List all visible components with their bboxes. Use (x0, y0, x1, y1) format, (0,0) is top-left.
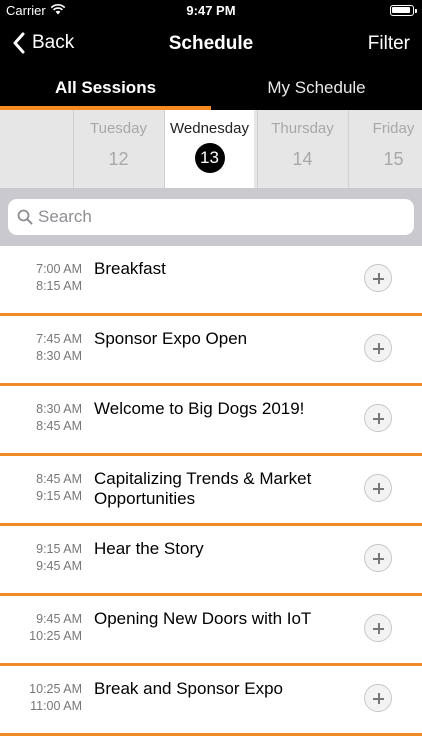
status-time: 9:47 PM (186, 3, 236, 18)
session-row[interactable]: 8:30 AM 8:45 AM Welcome to Big Dogs 2019… (0, 386, 422, 456)
session-title: Break and Sponsor Expo (94, 679, 284, 698)
session-row[interactable]: 8:45 AM 9:15 AM Capitalizing Trends & Ma… (0, 456, 422, 526)
day-name: Friday (372, 120, 415, 137)
session-title: Capitalizing Trends & Market Opportuniti… (94, 469, 312, 508)
session-title: Breakfast (94, 259, 166, 278)
search-field[interactable] (8, 199, 414, 235)
day-name: Wednesday (170, 120, 249, 137)
session-row[interactable]: 10:25 AM 11:00 AM Break and Sponsor Expo (0, 666, 422, 736)
end-time: 11:00 AM (30, 699, 82, 713)
start-time: 9:45 AM (36, 612, 82, 626)
back-label: Back (32, 32, 75, 53)
day-name: Tuesday (90, 120, 147, 137)
add-session-button[interactable] (364, 474, 392, 502)
session-times: 7:00 AM 8:15 AM (0, 261, 82, 295)
date-thursday[interactable]: Thursday 14 (257, 110, 347, 188)
tab-my-schedule[interactable]: My Schedule (211, 70, 422, 110)
search-icon (17, 209, 33, 225)
battery-icon (390, 5, 417, 16)
start-time: 8:45 AM (36, 472, 82, 486)
back-button[interactable]: Back (12, 32, 74, 54)
end-time: 8:45 AM (36, 419, 82, 433)
add-session-button[interactable] (364, 544, 392, 572)
session-times: 8:30 AM 8:45 AM (0, 401, 82, 435)
session-times: 9:45 AM 10:25 AM (0, 611, 82, 645)
start-time: 10:25 AM (29, 682, 82, 696)
session-times: 8:45 AM 9:15 AM (0, 471, 82, 505)
segment-tabs: All Sessions My Schedule (0, 70, 422, 110)
start-time: 9:15 AM (36, 542, 82, 556)
start-time: 8:30 AM (36, 402, 82, 416)
end-time: 9:45 AM (36, 559, 82, 573)
add-session-button[interactable] (364, 614, 392, 642)
chevron-left-icon (13, 32, 25, 54)
end-time: 8:30 AM (36, 349, 82, 363)
search-bar (0, 188, 422, 246)
session-row[interactable]: 9:45 AM 10:25 AM Opening New Doors with … (0, 596, 422, 666)
day-number: 14 (292, 149, 313, 169)
day-number: 13 (194, 143, 225, 173)
status-bar: Carrier 9:47 PM (0, 0, 422, 22)
add-session-button[interactable] (364, 404, 392, 432)
date-tuesday[interactable]: Tuesday 12 (73, 110, 163, 188)
day-number: 12 (108, 149, 129, 169)
day-number: 15 (383, 149, 404, 169)
session-title: Opening New Doors with IoT (94, 609, 312, 628)
add-session-button[interactable] (364, 684, 392, 712)
tab-label: My Schedule (267, 78, 366, 97)
filter-button[interactable]: Filter (368, 33, 410, 55)
date-friday[interactable]: Friday 15 (348, 110, 422, 188)
session-row[interactable]: 7:00 AM 8:15 AM Breakfast (0, 246, 422, 316)
date-picker: Tuesday 12 Wednesday 13 Thursday 14 Frid… (0, 110, 422, 188)
tab-label: All Sessions (54, 78, 157, 97)
start-time: 7:45 AM (36, 332, 82, 346)
search-input[interactable] (38, 199, 398, 235)
session-times: 10:25 AM 11:00 AM (0, 681, 82, 715)
end-time: 10:25 AM (29, 629, 82, 643)
session-title: Welcome to Big Dogs 2019! (94, 399, 305, 418)
add-session-button[interactable] (364, 334, 392, 362)
navigation-bar: Back Schedule Filter (0, 22, 422, 66)
add-session-button[interactable] (364, 264, 392, 292)
session-times: 7:45 AM 8:30 AM (0, 331, 82, 365)
session-row[interactable]: 7:45 AM 8:30 AM Sponsor Expo Open (0, 316, 422, 386)
end-time: 8:15 AM (36, 279, 82, 293)
header: Carrier 9:47 PM Back Schedule Filter All… (0, 0, 422, 110)
session-row[interactable]: 9:15 AM 9:45 AM Hear the Story (0, 526, 422, 596)
date-wednesday[interactable]: Wednesday 13 (164, 110, 254, 188)
session-title: Sponsor Expo Open (94, 329, 248, 348)
tab-all-sessions[interactable]: All Sessions (0, 70, 211, 110)
session-times: 9:15 AM 9:45 AM (0, 541, 82, 575)
day-name: Thursday (271, 120, 334, 137)
session-title: Hear the Story (94, 539, 204, 558)
start-time: 7:00 AM (36, 262, 82, 276)
end-time: 9:15 AM (36, 489, 82, 503)
session-list: 7:00 AM 8:15 AM Breakfast 7:45 AM 8:30 A… (0, 246, 422, 736)
